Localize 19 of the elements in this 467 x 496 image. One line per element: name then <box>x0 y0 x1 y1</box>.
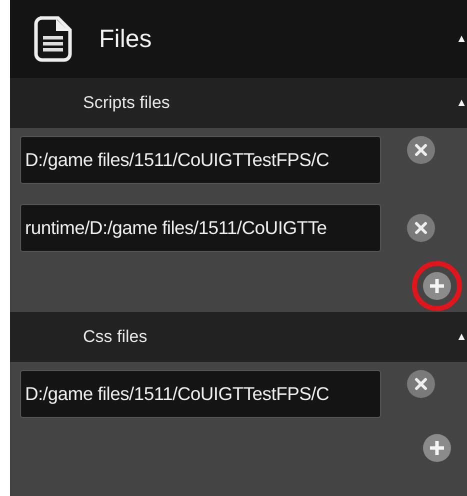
close-icon <box>407 136 435 164</box>
close-icon <box>407 214 435 242</box>
path-field[interactable]: D:/game files/1511/CoUIGTTestFPS/C <box>20 136 381 184</box>
path-field[interactable]: D:/game files/1511/CoUIGTTestFPS/C <box>20 370 381 418</box>
remove-button[interactable] <box>407 370 435 398</box>
close-icon <box>407 370 435 398</box>
collapse-toggle[interactable]: ▲ <box>456 97 467 109</box>
panel-title: Files <box>99 24 152 54</box>
add-button[interactable] <box>423 434 451 462</box>
plus-icon <box>423 272 451 300</box>
document-icon <box>34 16 72 62</box>
path-field[interactable]: runtime/D:/game files/1511/CoUIGTTe <box>20 204 381 252</box>
plus-icon <box>423 434 451 462</box>
section-title: Css files <box>83 327 148 347</box>
collapse-toggle[interactable]: ▲ <box>456 331 467 343</box>
remove-button[interactable] <box>407 136 435 164</box>
remove-button[interactable] <box>407 214 435 242</box>
section-title: Scripts files <box>83 93 170 113</box>
collapse-toggle[interactable]: ▲ <box>456 33 467 45</box>
